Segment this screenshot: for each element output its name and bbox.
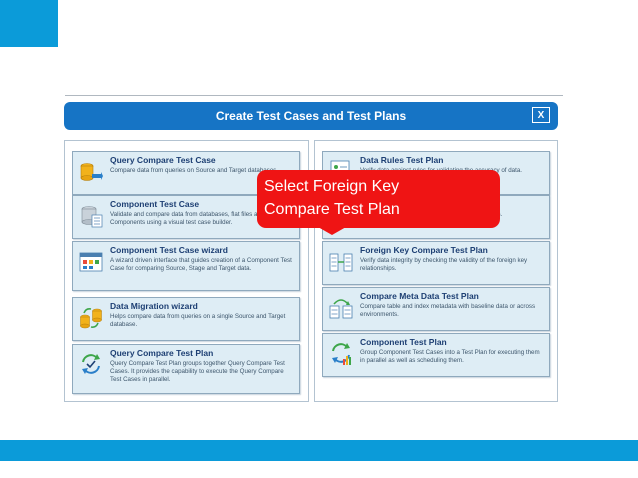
card-description: Query Compare Test Plan groups together … <box>110 360 285 384</box>
dialog-header: Create Test Cases and Test Plans X <box>64 102 558 130</box>
callout-text: Select Foreign Key Compare Test Plan <box>264 178 400 218</box>
callout-pointer <box>318 227 346 235</box>
card-title: Foreign Key Compare Test Plan <box>360 245 488 255</box>
card-description: Verify data integrity by checking the va… <box>360 257 528 273</box>
dialog-title: Create Test Cases and Test Plans <box>215 109 407 123</box>
component-plan-icon <box>332 343 351 365</box>
component-icon <box>81 206 103 228</box>
component-test-case-wizard-card[interactable]: Component Test Case wizard A wizard driv… <box>72 241 300 291</box>
foreign-key-compare-test-plan-card[interactable]: Foreign Key Compare Test Plan Verify dat… <box>322 241 550 285</box>
data-migration-icon <box>80 308 102 329</box>
card-title: Query Compare Test Plan <box>110 348 214 358</box>
card-title: Data Migration wizard <box>110 301 198 311</box>
wizard-icon <box>79 252 103 272</box>
card-description: A wizard driven interface that guides cr… <box>110 257 292 273</box>
card-title: Query Compare Test Case <box>110 155 216 165</box>
data-migration-wizard-card[interactable]: Data Migration wizard Helps compare data… <box>72 297 300 341</box>
card-description: Helps compare data from queries on a sin… <box>110 313 286 329</box>
create-test-dialog: Create Test Cases and Test Plans X Query… <box>64 102 558 404</box>
compare-meta-data-test-plan-card[interactable]: Compare Meta Data Test Plan Compare tabl… <box>322 287 550 331</box>
bottom-accent-band <box>0 440 638 461</box>
card-title: Data Rules Test Plan <box>360 155 444 165</box>
card-title: Component Test Case wizard <box>110 245 228 255</box>
test-plan-icon <box>82 354 100 374</box>
card-description: Group Component Test Cases into a Test P… <box>360 349 540 365</box>
close-button[interactable]: X <box>532 107 550 123</box>
divider-line <box>65 95 563 96</box>
component-test-plan-card[interactable]: Component Test Plan Group Component Test… <box>322 333 550 377</box>
card-title: Compare Meta Data Test Plan <box>360 291 479 301</box>
foreign-key-icon <box>329 253 353 272</box>
corner-accent-block <box>0 0 58 47</box>
card-title: Component Test Plan <box>360 337 447 347</box>
database-compare-icon <box>80 163 103 181</box>
metadata-icon <box>329 299 353 319</box>
card-description: Compare table and index metadata with ba… <box>360 303 536 319</box>
query-compare-test-plan-card[interactable]: Query Compare Test Plan Query Compare Te… <box>72 344 300 394</box>
annotation-callout: Select Foreign Key Compare Test Plan <box>257 170 500 228</box>
